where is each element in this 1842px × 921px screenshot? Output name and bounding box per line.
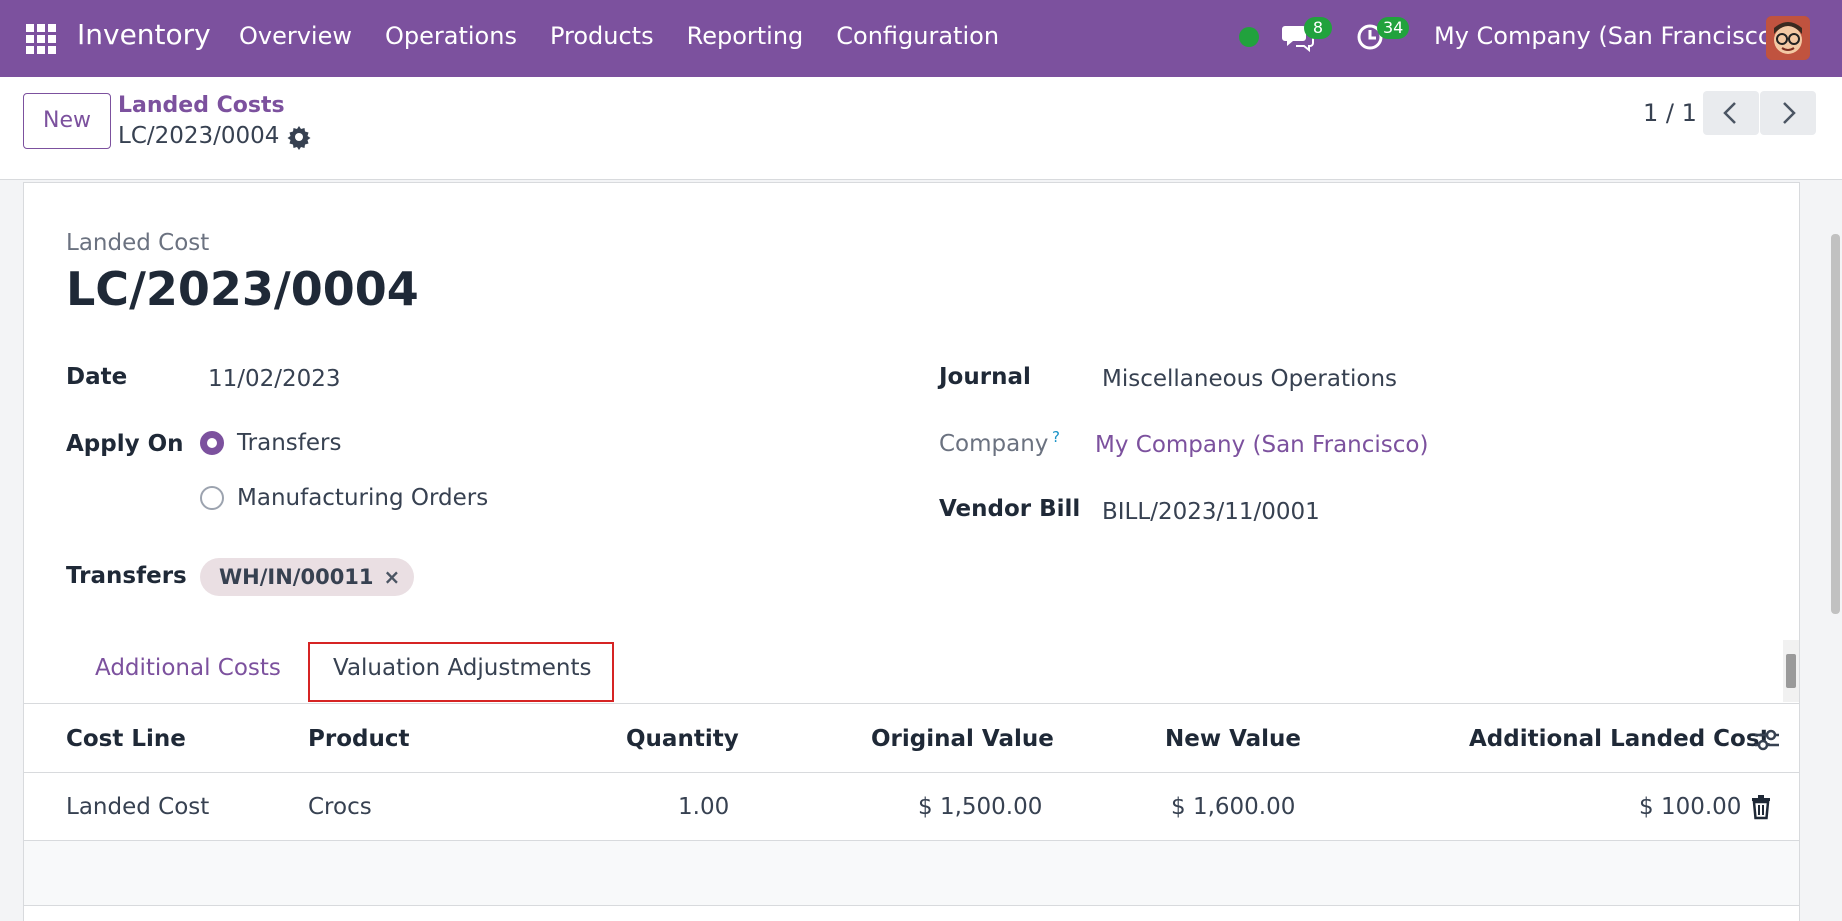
apps-menu-icon[interactable] bbox=[26, 24, 56, 54]
menu-operations[interactable]: Operations bbox=[385, 22, 517, 50]
journal-label: Journal bbox=[939, 364, 1031, 390]
record-type-label: Landed Cost bbox=[66, 230, 210, 256]
top-navbar: Inventory Overview Operations Products R… bbox=[0, 0, 1842, 77]
column-additional-landed-cost[interactable]: Additional Landed Cost bbox=[1469, 726, 1771, 752]
date-label: Date bbox=[66, 364, 128, 390]
radio-manufacturing-orders[interactable] bbox=[200, 486, 224, 510]
tab-additional-costs[interactable]: Additional Costs bbox=[95, 655, 281, 681]
column-cost-line[interactable]: Cost Line bbox=[66, 726, 186, 752]
pager-next-button[interactable] bbox=[1760, 91, 1816, 135]
cell-original-value[interactable]: $ 1,500.00 bbox=[918, 794, 1042, 820]
tabs-divider bbox=[24, 703, 1799, 704]
company-field[interactable]: My Company (San Francisco) bbox=[1095, 432, 1428, 458]
chat-count-badge: 8 bbox=[1304, 17, 1332, 39]
radio-transfers[interactable] bbox=[200, 431, 224, 455]
app-name[interactable]: Inventory bbox=[77, 18, 211, 51]
table-bottom-divider bbox=[24, 905, 1799, 906]
tab-scrollbar[interactable] bbox=[1783, 640, 1799, 702]
transfer-tag[interactable]: WH/IN/00011 × bbox=[200, 558, 415, 596]
apply-on-label: Apply On bbox=[66, 431, 184, 457]
main-menu: Overview Operations Products Reporting C… bbox=[239, 22, 1032, 50]
column-original-value[interactable]: Original Value bbox=[871, 726, 1054, 752]
column-new-value[interactable]: New Value bbox=[1165, 726, 1301, 752]
breadcrumb-current: LC/2023/0004 bbox=[118, 123, 280, 149]
new-button[interactable]: New bbox=[23, 93, 111, 149]
status-dot-icon[interactable] bbox=[1239, 27, 1259, 47]
transfer-tag-label: WH/IN/00011 bbox=[219, 565, 374, 589]
company-label: Company bbox=[939, 431, 1049, 457]
control-panel: New Landed Costs LC/2023/0004 1 / 1 bbox=[0, 77, 1842, 180]
vendor-bill-label: Vendor Bill bbox=[939, 496, 1081, 522]
column-product[interactable]: Product bbox=[308, 726, 409, 752]
column-settings-icon[interactable] bbox=[1753, 727, 1781, 753]
radio-manufacturing-orders-label[interactable]: Manufacturing Orders bbox=[237, 485, 488, 511]
transfers-label: Transfers bbox=[66, 563, 187, 589]
table-header-divider bbox=[24, 772, 1799, 773]
cell-product[interactable]: Crocs bbox=[308, 794, 372, 820]
empty-table-row bbox=[24, 841, 1799, 905]
help-tooltip-icon[interactable]: ? bbox=[1052, 428, 1060, 446]
journal-field[interactable]: Miscellaneous Operations bbox=[1102, 366, 1397, 392]
pager-previous-button[interactable] bbox=[1703, 91, 1759, 135]
tab-valuation-adjustments[interactable]: Valuation Adjustments bbox=[333, 655, 592, 681]
user-avatar[interactable] bbox=[1766, 16, 1810, 60]
chevron-right-icon bbox=[1783, 102, 1796, 124]
tab-scroll-thumb[interactable] bbox=[1786, 654, 1796, 688]
column-quantity[interactable]: Quantity bbox=[626, 726, 739, 752]
tag-remove-icon[interactable]: × bbox=[384, 558, 401, 596]
activity-count-badge: 34 bbox=[1377, 17, 1410, 39]
date-field[interactable]: 11/02/2023 bbox=[208, 366, 341, 392]
vendor-bill-field[interactable]: BILL/2023/11/0001 bbox=[1102, 499, 1320, 525]
menu-reporting[interactable]: Reporting bbox=[687, 22, 804, 50]
menu-configuration[interactable]: Configuration bbox=[836, 22, 999, 50]
company-switcher[interactable]: My Company (San Francisco) bbox=[1434, 22, 1782, 50]
pager-value[interactable]: 1 / 1 bbox=[1643, 99, 1697, 127]
gear-icon[interactable] bbox=[286, 124, 312, 150]
page-scroll-thumb[interactable] bbox=[1831, 234, 1840, 614]
record-title: LC/2023/0004 bbox=[66, 262, 419, 316]
menu-overview[interactable]: Overview bbox=[239, 22, 352, 50]
cell-cost-line[interactable]: Landed Cost bbox=[66, 794, 209, 820]
cell-additional-landed-cost[interactable]: $ 100.00 bbox=[1639, 794, 1741, 820]
breadcrumb-parent[interactable]: Landed Costs bbox=[118, 93, 285, 118]
cell-new-value[interactable]: $ 1,600.00 bbox=[1171, 794, 1295, 820]
trash-icon[interactable] bbox=[1750, 794, 1772, 820]
menu-products[interactable]: Products bbox=[550, 22, 654, 50]
chevron-left-icon bbox=[1723, 102, 1736, 124]
cell-quantity[interactable]: 1.00 bbox=[678, 794, 729, 820]
radio-transfers-label[interactable]: Transfers bbox=[237, 430, 341, 456]
